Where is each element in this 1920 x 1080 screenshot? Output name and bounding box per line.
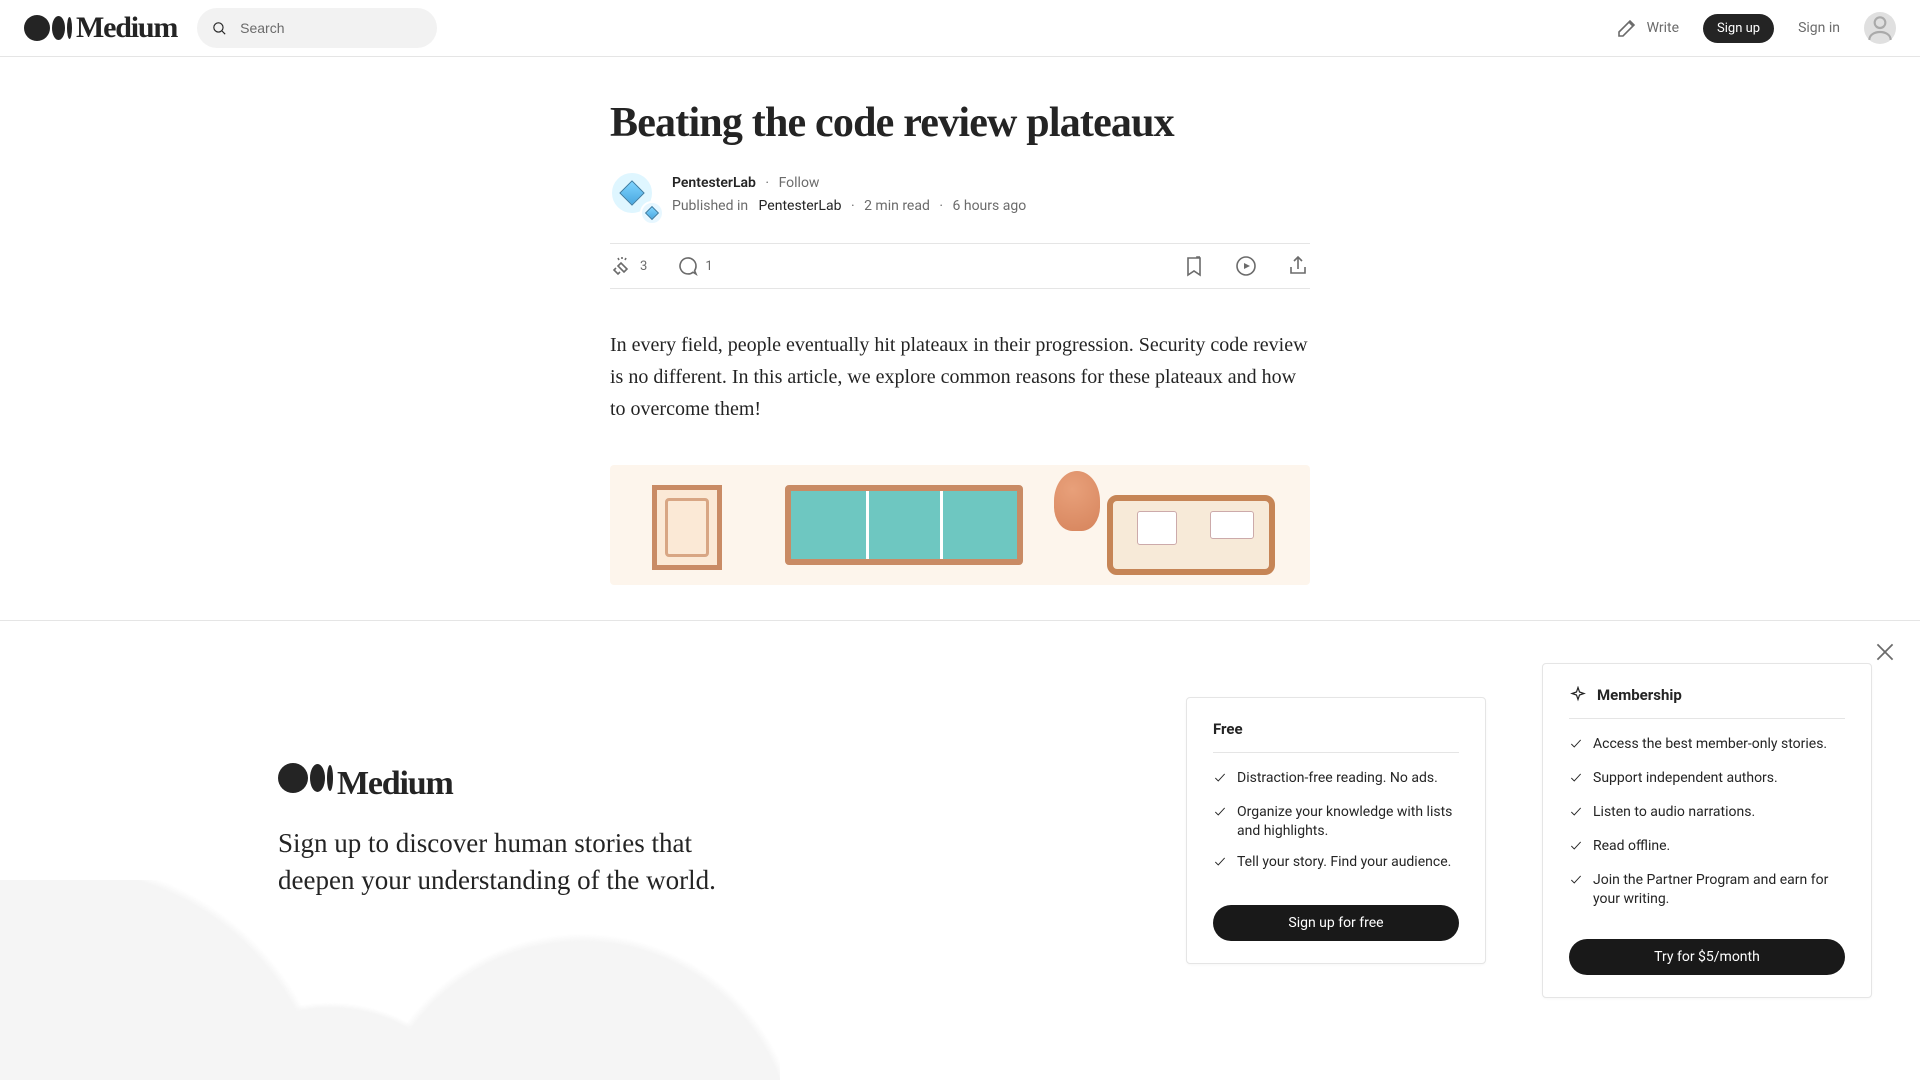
signup-button[interactable]: Sign up bbox=[1703, 14, 1774, 43]
play-circle-icon bbox=[1234, 254, 1258, 278]
medium-logo-mark bbox=[24, 15, 72, 41]
check-icon bbox=[1569, 839, 1583, 859]
close-icon bbox=[1872, 639, 1898, 665]
user-icon bbox=[1864, 12, 1896, 44]
try-membership-button[interactable]: Try for $5/month bbox=[1569, 939, 1845, 975]
article-main: Beating the code review plateaux Pentest… bbox=[610, 57, 1310, 585]
search-icon bbox=[211, 17, 228, 39]
top-nav: Medium Write Sign up Sign in bbox=[0, 0, 1920, 57]
plan-membership-feature: Access the best member-only stories. bbox=[1569, 735, 1845, 757]
comment-icon bbox=[675, 254, 699, 278]
read-time: 2 min read bbox=[864, 198, 930, 214]
plan-membership-feature: Listen to audio narrations. bbox=[1569, 803, 1845, 825]
check-icon bbox=[1569, 873, 1583, 893]
clap-button[interactable]: 3 bbox=[610, 254, 647, 278]
check-icon bbox=[1213, 771, 1227, 791]
sheet-intro: Medium Sign up to discover human stories… bbox=[48, 661, 1130, 1000]
search-input-wrapper[interactable] bbox=[197, 8, 437, 48]
signin-link[interactable]: Sign in bbox=[1798, 20, 1840, 36]
plan-membership-title: Membership bbox=[1597, 686, 1682, 704]
signup-free-button[interactable]: Sign up for free bbox=[1213, 905, 1459, 941]
search-input[interactable] bbox=[238, 19, 423, 37]
plan-membership-card: Membership Access the best member-only s… bbox=[1542, 663, 1872, 997]
plan-free-card: Free Distraction-free reading. No ads. O… bbox=[1186, 697, 1486, 964]
clap-count: 3 bbox=[640, 259, 647, 274]
check-icon bbox=[1569, 771, 1583, 791]
signup-sheet: Medium Sign up to discover human stories… bbox=[0, 620, 1920, 1080]
publication-link[interactable]: PentesterLab bbox=[759, 198, 842, 214]
write-icon bbox=[1615, 16, 1639, 40]
plan-free-feature: Tell your story. Find your audience. bbox=[1213, 853, 1459, 875]
plan-free-feature: Distraction-free reading. No ads. bbox=[1213, 769, 1459, 791]
article-hero-image bbox=[610, 465, 1310, 585]
listen-button[interactable] bbox=[1234, 254, 1258, 278]
profile-avatar[interactable] bbox=[1864, 12, 1896, 44]
bookmark-icon bbox=[1182, 254, 1206, 278]
plan-free-features: Distraction-free reading. No ads. Organi… bbox=[1213, 769, 1459, 887]
plan-membership-feature: Join the Partner Program and earn for yo… bbox=[1569, 871, 1845, 909]
article-action-bar: 3 1 bbox=[610, 243, 1310, 289]
comment-button[interactable]: 1 bbox=[675, 254, 712, 278]
medium-wordmark: Medium bbox=[76, 11, 177, 45]
plan-membership-feature: Support independent authors. bbox=[1569, 769, 1845, 791]
follow-button[interactable]: Follow bbox=[779, 175, 820, 191]
published-in-prefix: Published in bbox=[672, 198, 748, 214]
check-icon bbox=[1213, 805, 1227, 825]
header-actions: Write Sign up Sign in bbox=[1615, 12, 1896, 44]
sparkle-icon bbox=[1569, 686, 1587, 704]
plan-free-title: Free bbox=[1213, 720, 1459, 753]
medium-logo[interactable]: Medium bbox=[24, 11, 177, 45]
article-byline: PentesterLab · Follow Published in Pente… bbox=[610, 171, 1310, 219]
write-link[interactable]: Write bbox=[1615, 16, 1679, 40]
plan-free-feature: Organize your knowledge with lists and h… bbox=[1213, 803, 1459, 841]
comment-count: 1 bbox=[705, 259, 712, 274]
author-avatar[interactable] bbox=[610, 171, 658, 219]
plan-membership-features: Access the best member-only stories. Sup… bbox=[1569, 735, 1845, 920]
posted-ago: 6 hours ago bbox=[953, 198, 1027, 214]
plan-membership-feature: Read offline. bbox=[1569, 837, 1845, 859]
write-label: Write bbox=[1647, 20, 1679, 36]
share-icon bbox=[1286, 254, 1310, 278]
sheet-medium-logo[interactable]: Medium bbox=[278, 763, 1130, 805]
bookmark-button[interactable] bbox=[1182, 254, 1206, 278]
check-icon bbox=[1569, 805, 1583, 825]
author-link[interactable]: PentesterLab bbox=[672, 175, 756, 191]
article-paragraph: In every field, people eventually hit pl… bbox=[610, 329, 1310, 425]
sheet-close-button[interactable] bbox=[1872, 639, 1898, 665]
share-button[interactable] bbox=[1286, 254, 1310, 278]
article-title: Beating the code review plateaux bbox=[610, 99, 1310, 147]
check-icon bbox=[1569, 737, 1583, 757]
check-icon bbox=[1213, 855, 1227, 875]
clap-icon bbox=[610, 254, 634, 278]
sheet-tagline: Sign up to discover human stories that d… bbox=[278, 825, 718, 898]
